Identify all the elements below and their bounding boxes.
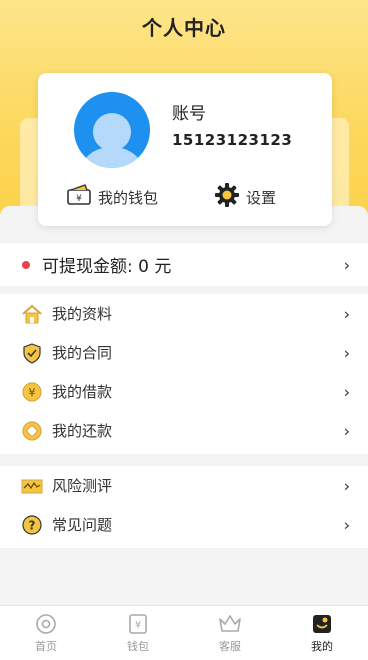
settings-label: 设置 xyxy=(246,188,277,207)
chevron-right-icon: › xyxy=(343,255,350,274)
tab-mine[interactable]: 我的 xyxy=(276,606,368,660)
alert-dot xyxy=(22,260,30,269)
svg-text:¥: ¥ xyxy=(76,194,82,204)
menu-item-risk-assessment[interactable]: 风险测评 › xyxy=(0,466,368,505)
chevron-right-icon: › xyxy=(343,476,350,495)
wallet-yuan-icon: ¥ xyxy=(126,612,150,636)
chevron-right-icon: › xyxy=(343,304,350,323)
withdraw-amount-text: 可提现金额: 0 元 xyxy=(42,257,172,277)
menu-item-faq[interactable]: ? 常见问题 › xyxy=(0,505,368,544)
menu-label: 我的还款 xyxy=(52,422,113,440)
menu-label: 我的借款 xyxy=(52,383,113,401)
home-icon xyxy=(21,303,43,325)
menu-group-help: 风险测评 › ? 常见问题 › xyxy=(0,466,368,548)
bottom-tab-bar: 首页 ¥ 钱包 客服 我的 xyxy=(0,605,368,660)
menu-label: 我的合同 xyxy=(52,344,113,362)
risk-chart-icon xyxy=(21,475,43,497)
wallet-icon: ¥ xyxy=(66,184,92,210)
tab-label: 首页 xyxy=(35,640,57,653)
menu-item-my-contract[interactable]: 我的合同 › xyxy=(0,333,368,372)
chevron-right-icon: › xyxy=(343,515,350,534)
tab-label: 我的 xyxy=(311,640,333,653)
gear-icon xyxy=(214,182,240,212)
question-icon: ? xyxy=(21,514,43,536)
menu-label: 我的资料 xyxy=(52,305,113,323)
tab-label: 客服 xyxy=(219,640,241,653)
menu-item-my-repayment[interactable]: 我的还款 › xyxy=(0,411,368,450)
chevron-right-icon: › xyxy=(343,382,350,401)
menu-group-account: 我的资料 › 我的合同 › ¥ 我的借款 › 我的还款 › xyxy=(0,294,368,454)
tab-label: 钱包 xyxy=(127,640,149,653)
shield-check-icon xyxy=(21,342,43,364)
avatar-body xyxy=(82,147,142,168)
tab-wallet[interactable]: ¥ 钱包 xyxy=(92,606,184,660)
avatar[interactable] xyxy=(74,92,150,168)
my-wallet-label: 我的钱包 xyxy=(98,188,159,207)
withdraw-amount-row[interactable]: 可提现金额: 0 元 › xyxy=(0,243,368,286)
menu-label: 常见问题 xyxy=(52,516,113,534)
settings-button[interactable]: 设置 xyxy=(214,183,276,211)
my-wallet-button[interactable]: ¥ 我的钱包 xyxy=(66,183,158,211)
chevron-right-icon: › xyxy=(343,421,350,440)
repay-coin-icon xyxy=(21,420,43,442)
account-number: 15123123123 xyxy=(172,131,293,149)
tab-home[interactable]: 首页 xyxy=(0,606,92,660)
crown-icon xyxy=(218,612,242,636)
tab-customer-service[interactable]: 客服 xyxy=(184,606,276,660)
chevron-right-icon: › xyxy=(343,343,350,362)
svg-text:¥: ¥ xyxy=(29,386,36,399)
home-compass-icon xyxy=(34,612,58,636)
profile-icon xyxy=(310,612,334,636)
account-label: 账号 xyxy=(172,104,206,124)
svg-text:¥: ¥ xyxy=(135,620,141,631)
avatar-head xyxy=(93,113,131,151)
page-title: 个人中心 xyxy=(142,16,226,40)
menu-item-my-loan[interactable]: ¥ 我的借款 › xyxy=(0,372,368,411)
menu-item-my-profile[interactable]: 我的资料 › xyxy=(0,294,368,333)
profile-card: 账号 15123123123 ¥ 我的钱包 设置 xyxy=(38,73,332,226)
yuan-coin-icon: ¥ xyxy=(21,381,43,403)
svg-text:?: ? xyxy=(29,518,36,532)
menu-label: 风险测评 xyxy=(52,477,113,495)
